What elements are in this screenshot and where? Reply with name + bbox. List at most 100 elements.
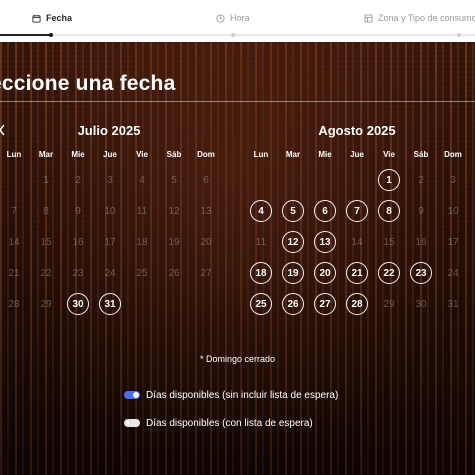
legend-label: Días disponibles (con lista de espera) <box>146 417 313 429</box>
day-available[interactable]: 20 <box>314 262 336 284</box>
day-unavailable: 29 <box>383 298 395 310</box>
weekday-label: Dom <box>197 150 215 159</box>
day-unavailable: 20 <box>200 236 212 248</box>
step-bar: Fecha Hora Zona y Tipo de consumo <box>0 0 475 43</box>
progress-track <box>0 34 475 36</box>
weekday-label: Mie <box>318 150 332 159</box>
day-unavailable: 12 <box>168 205 180 217</box>
day-unavailable: 14 <box>351 236 363 248</box>
day-unavailable: 2 <box>75 174 81 186</box>
day-unavailable: 25 <box>136 267 148 279</box>
day-unavailable: 2 <box>418 174 424 186</box>
day-available[interactable]: 18 <box>250 262 272 284</box>
day-available[interactable]: 8 <box>378 200 400 222</box>
weekday-label: Sáb <box>413 150 429 159</box>
day-available[interactable]: 30 <box>67 293 89 315</box>
day-unavailable: 9 <box>75 205 81 217</box>
day-unavailable: 27 <box>200 267 212 279</box>
weekday-label: Vie <box>136 150 148 159</box>
day-unavailable: 11 <box>255 236 267 248</box>
weekday-label: Mie <box>71 150 85 159</box>
day-available[interactable]: 5 <box>282 200 304 222</box>
background-shade <box>0 42 475 475</box>
day-unavailable: 17 <box>447 236 459 248</box>
step-label: Hora <box>230 13 250 23</box>
weekday-label: Dom <box>444 150 462 159</box>
day-unavailable: 21 <box>8 267 20 279</box>
day-available[interactable]: 23 <box>410 262 432 284</box>
weekday-label: Jue <box>103 150 117 159</box>
day-unavailable: 17 <box>104 236 116 248</box>
day-unavailable: 15 <box>40 236 52 248</box>
step-hora[interactable]: Hora <box>216 0 250 36</box>
day-unavailable: 28 <box>8 298 20 310</box>
day-unavailable: 1 <box>43 174 49 186</box>
day-unavailable: 23 <box>72 267 84 279</box>
closed-note: * Domingo cerrado <box>199 354 276 364</box>
day-available[interactable]: 12 <box>282 231 304 253</box>
day-available[interactable]: 4 <box>250 200 272 222</box>
day-unavailable: 3 <box>107 174 113 186</box>
day-unavailable: 5 <box>171 174 177 186</box>
day-unavailable: 19 <box>168 236 180 248</box>
weekday-label: Mar <box>38 150 54 159</box>
progress-fill <box>0 34 52 36</box>
day-unavailable: 3 <box>450 174 456 186</box>
title-divider <box>0 101 475 102</box>
day-available[interactable]: 31 <box>99 293 121 315</box>
toggle-knob <box>125 420 131 426</box>
progress-dot-fecha <box>49 33 53 37</box>
day-unavailable: 4 <box>139 174 145 186</box>
day-unavailable: 6 <box>203 174 209 186</box>
day-unavailable: 31 <box>447 298 459 310</box>
step-fecha[interactable]: Fecha <box>32 0 72 36</box>
legend-label: Días disponibles (sin incluir lista de e… <box>146 389 339 401</box>
page-title: eccione una fecha <box>0 72 176 95</box>
step-label: Fecha <box>46 13 73 23</box>
day-available[interactable]: 7 <box>346 200 368 222</box>
day-unavailable: 9 <box>418 205 424 217</box>
day-unavailable: 18 <box>136 236 148 248</box>
day-unavailable: 8 <box>43 205 49 217</box>
step-zona[interactable]: Zona y Tipo de consumo <box>364 0 475 36</box>
day-unavailable: 24 <box>104 267 116 279</box>
day-available[interactable]: 13 <box>314 231 336 253</box>
weekday-label: Sáb <box>166 150 182 159</box>
toggle-con-espera[interactable] <box>124 419 140 427</box>
progress-dot-hora <box>231 33 235 37</box>
weekday-label: Mar <box>285 150 301 159</box>
weekday-label: Lun <box>253 150 269 159</box>
table-icon <box>364 13 373 23</box>
day-unavailable: 22 <box>40 267 52 279</box>
day-available[interactable]: 27 <box>314 293 336 315</box>
legend-item-sin-espera[interactable]: Días disponibles (sin incluir lista de e… <box>124 388 338 402</box>
prev-month-arrow-icon[interactable] <box>0 123 7 137</box>
legend-item-con-espera[interactable]: Días disponibles (con lista de espera) <box>124 416 313 430</box>
day-unavailable: 16 <box>415 236 427 248</box>
day-unavailable: 10 <box>447 205 459 217</box>
day-available[interactable]: 28 <box>346 293 368 315</box>
step-label: Zona y Tipo de consumo <box>378 13 475 23</box>
day-available[interactable]: 6 <box>314 200 336 222</box>
day-unavailable: 13 <box>200 205 212 217</box>
day-available[interactable]: 21 <box>346 262 368 284</box>
weekday-label: Jue <box>350 150 364 159</box>
day-unavailable: 14 <box>8 236 20 248</box>
day-available[interactable]: 22 <box>378 262 400 284</box>
toggle-sin-espera[interactable] <box>124 391 140 399</box>
day-unavailable: 10 <box>104 205 116 217</box>
day-unavailable: 29 <box>40 298 52 310</box>
day-unavailable: 15 <box>383 236 395 248</box>
day-available[interactable]: 25 <box>250 293 272 315</box>
day-available[interactable]: 1 <box>378 169 400 191</box>
day-unavailable: 7 <box>11 205 17 217</box>
day-unavailable: 16 <box>72 236 84 248</box>
day-available[interactable]: 19 <box>282 262 304 284</box>
clock-icon <box>216 13 225 23</box>
day-unavailable: 11 <box>136 205 148 217</box>
day-unavailable: 30 <box>415 298 427 310</box>
day-unavailable: 26 <box>168 267 180 279</box>
weekday-label: Lun <box>6 150 22 159</box>
progress-dot-zona <box>457 33 461 37</box>
day-available[interactable]: 26 <box>282 293 304 315</box>
